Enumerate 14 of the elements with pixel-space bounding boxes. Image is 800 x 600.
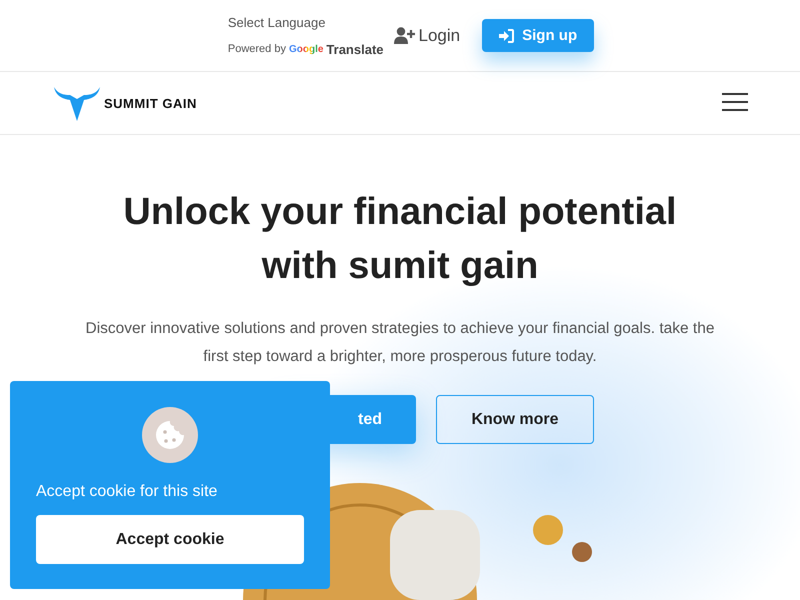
powered-by-text: Powered by bbox=[228, 43, 286, 55]
login-button[interactable]: Login bbox=[394, 26, 472, 46]
translate-text: Translate bbox=[326, 42, 384, 56]
hero-title: Unlock your financial potential with sumit gain bbox=[122, 190, 678, 289]
select-language-link[interactable]: Select Language bbox=[228, 14, 384, 30]
user-plus-icon bbox=[394, 27, 416, 44]
google-logo: Google bbox=[288, 44, 324, 54]
accept-cookie-button[interactable]: Accept cookie bbox=[36, 515, 304, 564]
cookie-icon bbox=[142, 407, 198, 463]
know-more-button[interactable]: Know more bbox=[436, 395, 594, 444]
hero-description: Discover innovative solutions and proven strategies to achieve your financial goals. take the first step toward a brighter, more prosperous future today. bbox=[84, 319, 716, 367]
cookie-message: Accept cookie for this site bbox=[36, 483, 218, 501]
sign-in-icon bbox=[499, 28, 514, 42]
brand-name: SUMMIT GAIN bbox=[104, 96, 197, 110]
